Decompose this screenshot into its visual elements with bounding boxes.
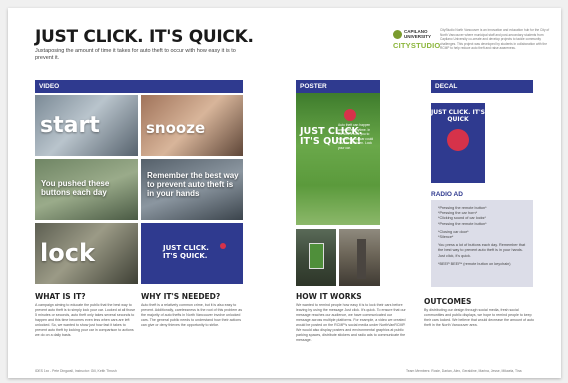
heading-outcomes: OUTCOMES bbox=[424, 297, 472, 306]
poster-body: Auto theft can happen anywhere, anytime.… bbox=[338, 123, 374, 150]
page-title: JUST CLICK. IT'S QUICK. bbox=[35, 27, 254, 47]
logo-citystudio-text: CITYSTUDIO bbox=[393, 41, 441, 50]
street-photo bbox=[339, 229, 380, 286]
decal-title: JUST CLICK. IT'S QUICK bbox=[431, 109, 485, 123]
logo-university-text: CAPILANO UNIVERSITY bbox=[404, 29, 432, 39]
video-tile-label: snooze bbox=[146, 119, 206, 137]
car-badge-icon bbox=[220, 243, 226, 249]
decal-artwork: JUST CLICK. IT'S QUICK bbox=[431, 103, 485, 183]
section-header-video: VIDEO bbox=[35, 80, 243, 93]
section-header-decal: DECAL bbox=[431, 80, 533, 93]
poster-artwork: JUST CLICK. IT'S QUICK! Auto theft can h… bbox=[296, 93, 380, 225]
section-header-poster: POSTER bbox=[296, 80, 380, 93]
capilano-seal-icon bbox=[393, 30, 402, 39]
heading-why-needed: WHY IT'S NEEDED? bbox=[141, 292, 221, 301]
street-pole bbox=[357, 239, 366, 279]
paragraph-how-it-works: We wanted to remind people how easy it i… bbox=[296, 303, 406, 342]
paragraph-outcomes: By distributing our design through socia… bbox=[424, 308, 535, 327]
video-tile-start: start bbox=[35, 95, 138, 156]
footer-team: Team Members: Rosie, Darian, Alex, Geral… bbox=[406, 369, 522, 373]
car-badge-icon bbox=[447, 129, 469, 151]
video-tile-lock: lock bbox=[35, 223, 138, 284]
video-tile-pushed: You pushed these buttons each day bbox=[35, 159, 138, 220]
video-tile-caption: Remember the best way to prevent auto th… bbox=[147, 171, 239, 198]
poster-in-situ-photo bbox=[296, 229, 336, 286]
video-tile-caption: You pushed these buttons each day bbox=[41, 179, 110, 197]
video-tile-brand-text: JUST CLICK. IT'S QUICK. bbox=[163, 244, 209, 260]
video-tile-label: start bbox=[40, 113, 100, 138]
video-tile-brand: JUST CLICK. IT'S QUICK. bbox=[141, 223, 243, 284]
radio-line: *BEEP BEEP* (remote button on keychain) bbox=[438, 261, 511, 266]
heading-what-is-it: WHAT IS IT? bbox=[35, 292, 86, 301]
project-board: JUST CLICK. IT'S QUICK. Juxtaposing the … bbox=[8, 8, 561, 378]
radio-line: You press a lot of buttons each day. Rem… bbox=[438, 243, 526, 258]
video-tile-snooze: snooze bbox=[141, 95, 243, 156]
page-subtitle: Juxtaposing the amount of time it takes … bbox=[35, 48, 236, 61]
heading-how-it-works: HOW IT WORKS bbox=[296, 292, 362, 301]
footer-course: IDES 1xx - Pete Dingwall, Instructor: Gi… bbox=[35, 369, 117, 373]
project-blurb: CityStudio North Vancouver is an innovat… bbox=[440, 28, 550, 50]
car-badge-icon bbox=[344, 109, 356, 121]
paragraph-why-needed: Auto theft is a relatively common crime,… bbox=[141, 303, 243, 327]
video-tile-label: lock bbox=[40, 239, 95, 267]
paragraph-what-is-it: A campaign aiming to educate the public … bbox=[35, 303, 136, 337]
radio-ad-script: *Pressing the remote button* *Pressing t… bbox=[431, 200, 533, 287]
poster-background bbox=[296, 93, 380, 225]
video-tile-remember: Remember the best way to prevent auto th… bbox=[141, 159, 243, 220]
poster-display-panel bbox=[309, 243, 324, 269]
